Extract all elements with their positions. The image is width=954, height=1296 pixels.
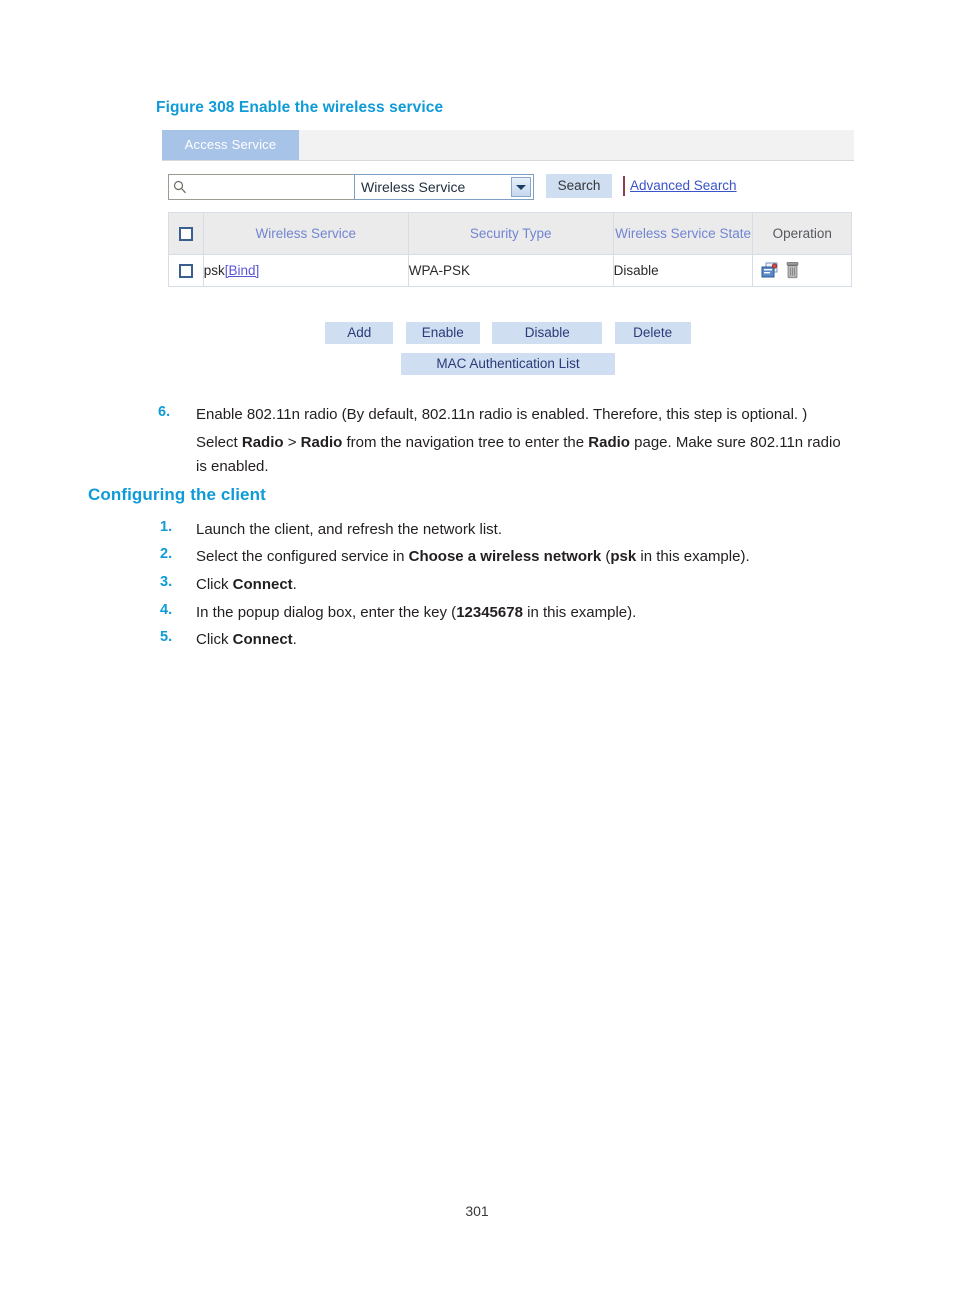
select-all-checkbox[interactable] — [178, 226, 193, 241]
client-step-3-part-1: Connect — [232, 576, 293, 593]
bind-link[interactable]: [Bind] — [225, 263, 260, 278]
operation-icons — [753, 262, 851, 279]
search-button[interactable]: Search — [546, 174, 612, 198]
client-step-2-part-0: Select the configured service in — [196, 548, 409, 565]
access-service-panel: Access Service Wireless Service Search A… — [162, 130, 854, 375]
client-step-2-part-3: psk — [610, 548, 637, 565]
step-6-line-1: Enable 802.11n radio (By default, 802.11… — [196, 406, 808, 423]
client-step-4-part-1: 12345678 — [456, 604, 523, 621]
cell-service-state: Disable — [612, 254, 754, 287]
client-step-5-text: Click Connect. — [196, 627, 297, 653]
header-wireless-service[interactable]: Wireless Service — [202, 212, 409, 255]
client-step-3-part-0: Click — [196, 576, 233, 593]
step6-bold-radio-2: Radio — [300, 434, 343, 451]
separator — [623, 176, 625, 196]
search-field-select-value: Wireless Service — [361, 179, 466, 195]
step6-text-a: Select — [196, 434, 242, 451]
page-number: 301 — [465, 1203, 489, 1219]
search-row: Wireless Service Search Advanced Search — [168, 174, 854, 204]
section-heading-configuring-the-client: Configuring the client — [88, 485, 266, 504]
header-operation: Operation — [752, 212, 852, 255]
client-step-2-part-2: ( — [601, 548, 611, 565]
client-step-4-text: In the popup dialog box, enter the key (… — [196, 600, 636, 626]
step6-text-c: > — [283, 434, 301, 451]
cell-security-type: WPA-PSK — [407, 254, 614, 287]
cell-wireless-service: psk[Bind] — [202, 254, 409, 287]
header-wireless-service-state[interactable]: Wireless Service State — [612, 212, 754, 255]
figure-caption: Figure 308 Enable the wireless service — [156, 99, 444, 116]
client-step-5-part-1: Connect — [232, 631, 293, 648]
add-button[interactable]: Add — [325, 322, 394, 344]
step6-bold-radio-1: Radio — [241, 434, 284, 451]
search-icon — [173, 180, 187, 194]
client-step-1-number: 1. — [160, 519, 173, 535]
step6-text-d: from the navigation tree to enter the — [342, 434, 589, 451]
step6-text-e: page. Make sure 802.11n radio — [629, 434, 841, 451]
advanced-search-link[interactable]: Advanced Search — [630, 178, 737, 193]
tab-strip: Access Service — [162, 130, 854, 161]
delete-button[interactable]: Delete — [614, 322, 691, 344]
client-step-5-number: 5. — [160, 629, 173, 645]
client-step-5-part-2: . — [292, 631, 297, 648]
row-select-cell — [168, 254, 204, 287]
step6-bold-radio-3: Radio — [588, 434, 630, 451]
client-step-2-text: Select the configured service in Choose … — [196, 544, 750, 570]
client-step-3-text: Click Connect. — [196, 572, 297, 598]
client-step-2-number: 2. — [160, 546, 173, 562]
action-button-bar: Add Enable Disable Delete MAC Authentica… — [162, 322, 854, 375]
client-step-1-part-0: Launch the client, and refresh the netwo… — [196, 521, 503, 538]
client-step-3-part-2: . — [292, 576, 297, 593]
select-all-header — [168, 212, 204, 255]
mac-authentication-list-button[interactable]: MAC Authentication List — [401, 353, 615, 375]
search-input[interactable] — [189, 178, 349, 196]
step-6-line-3: is enabled. — [196, 458, 269, 475]
client-step-4-number: 4. — [160, 602, 173, 618]
enable-button[interactable]: Enable — [405, 322, 480, 344]
client-step-2-part-4: in this example). — [636, 548, 750, 565]
tab-access-service[interactable]: Access Service — [162, 130, 299, 160]
row-checkbox[interactable] — [178, 263, 193, 278]
disable-button[interactable]: Disable — [492, 322, 603, 344]
client-step-4-part-2: in this example). — [522, 604, 637, 621]
table-header-row: Wireless Service Security Type Wireless … — [168, 212, 852, 255]
search-field-select[interactable]: Wireless Service — [354, 174, 534, 200]
client-step-4-part-0: In the popup dialog box, enter the key ( — [196, 604, 457, 621]
header-security-type[interactable]: Security Type — [407, 212, 614, 255]
config-icon[interactable] — [761, 262, 779, 279]
client-step-5-part-0: Click — [196, 631, 233, 648]
client-step-3-number: 3. — [160, 574, 173, 590]
client-step-1-text: Launch the client, and refresh the netwo… — [196, 517, 502, 543]
step-6-line-2: Select Radio > Radio from the navigation… — [196, 430, 886, 456]
step-6-number: 6. — [158, 404, 171, 420]
chevron-down-icon[interactable] — [511, 177, 531, 197]
wireless-service-table: Wireless Service Security Type Wireless … — [168, 212, 852, 287]
delete-icon[interactable] — [786, 262, 799, 279]
table-row: psk[Bind] WPA-PSK Disable — [168, 254, 852, 287]
service-name: psk — [203, 263, 225, 278]
client-step-2-part-1: Choose a wireless network — [408, 548, 602, 565]
cell-operation — [752, 254, 852, 287]
search-input-wrap[interactable] — [168, 174, 354, 200]
